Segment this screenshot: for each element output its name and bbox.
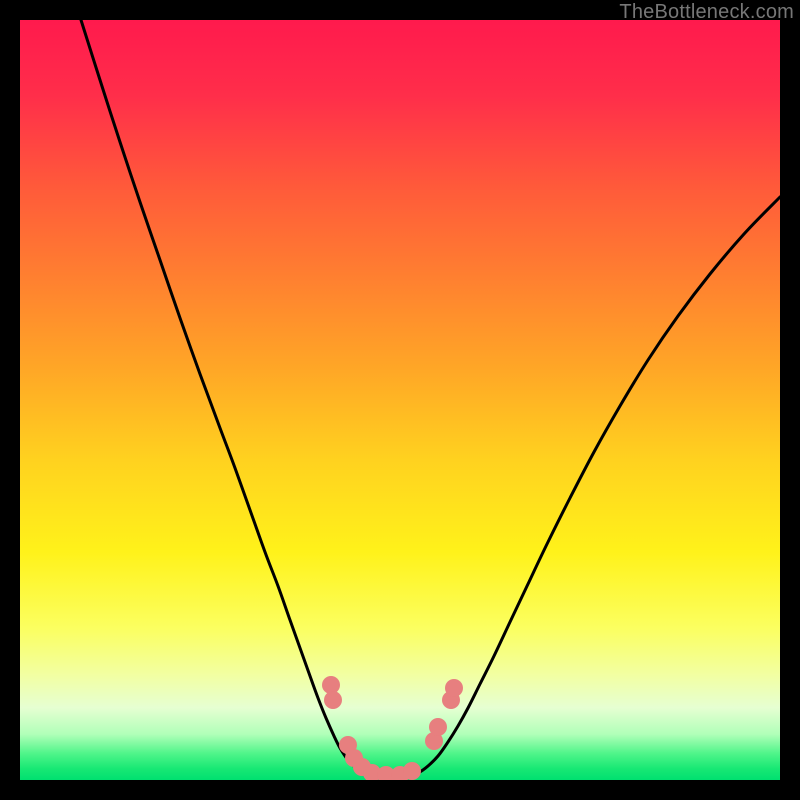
data-marker <box>403 762 421 780</box>
data-marker <box>429 718 447 736</box>
bottleneck-chart <box>20 20 780 780</box>
plot-area <box>20 20 780 780</box>
data-marker <box>324 691 342 709</box>
gradient-background <box>20 20 780 780</box>
chart-frame: TheBottleneck.com <box>0 0 800 800</box>
data-marker <box>445 679 463 697</box>
